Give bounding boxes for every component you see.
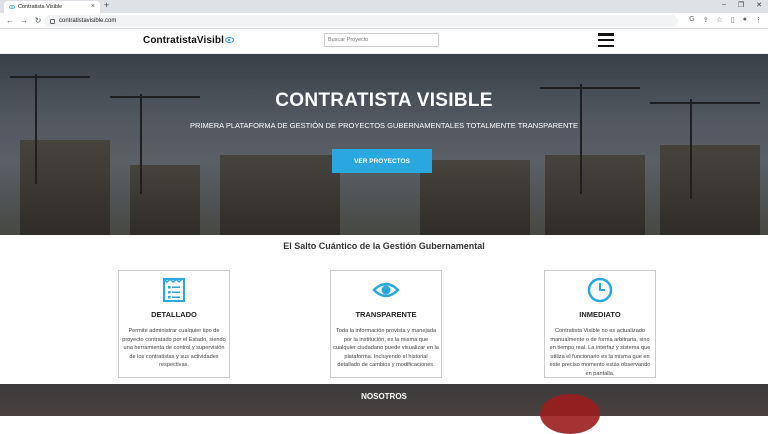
menu-kebab-icon[interactable]: ⋮ [755,16,762,24]
nosotros-section: NOSOTROS [0,384,768,434]
reload-icon[interactable]: ↻ [34,16,42,25]
forward-icon[interactable]: → [20,16,28,25]
profile-icon[interactable]: ● [743,16,747,24]
list-document-icon [163,277,185,302]
minimize-icon[interactable]: – [722,1,726,9]
feature-card-inmediato: INMEDIATO Contratista Visible no es actu… [544,270,656,378]
card-title: INMEDIATO [579,310,621,319]
feature-card-detallado: DETALLADO Permite administrar cualquier … [118,270,230,378]
new-tab-button[interactable]: + [104,0,109,10]
browser-tab[interactable]: Contratista Visible × [4,1,100,13]
search-input[interactable] [324,33,439,47]
share-icon[interactable]: ⇪ [703,16,709,24]
card-text: Toda la información provista y manejada … [333,328,439,368]
url-field[interactable]: contratistavisible.com [44,15,678,27]
maximize-icon[interactable]: ❐ [738,1,744,9]
feature-card-transparente: TRANSPARENTE Toda la información provist… [330,270,442,378]
eye-icon [372,282,400,298]
sidepanel-icon[interactable]: ▯ [731,16,735,24]
url-text: contratistavisible.com [59,18,117,24]
logo-eye-icon [224,37,234,44]
back-icon[interactable]: ← [6,16,14,25]
browser-tab-bar: Contratista Visible × + – ❐ ✕ [0,0,768,13]
address-bar: ← → ↻ contratistavisible.com G ⇪ ☆ ▯ ● ⋮ [0,13,768,29]
ver-proyectos-button[interactable]: VER PROYECTOS [332,149,432,173]
section-title: El Salto Cuántico de la Gestión Gubernam… [283,241,485,251]
google-icon[interactable]: G [689,16,694,24]
tab-title: Contratista Visible [18,4,63,10]
eye-favicon-icon [9,5,15,9]
card-title: TRANSPARENTE [355,310,417,319]
card-title: DETALLADO [151,310,197,319]
clock-icon [587,277,613,303]
site-logo[interactable]: ContratistaVisibl [143,35,234,46]
logo-text: ContratistaVisibl [143,35,224,46]
site-header: ContratistaVisibl [0,29,768,54]
window-close-icon[interactable]: ✕ [756,1,762,9]
bookmark-star-icon[interactable]: ☆ [717,16,723,24]
card-text: Permite administrar cualquier tipo de pr… [122,328,226,368]
card-text: Contratista Visible no es actualizado ma… [549,328,651,377]
tab-close-icon[interactable]: × [91,3,95,10]
hero-title: CONTRATISTA VISIBLE [275,90,493,111]
hero-banner: CONTRATISTA VISIBLE PRIMERA PLATAFORMA D… [0,54,768,235]
hero-overlay [0,54,768,235]
hamburger-menu-icon[interactable] [598,33,614,47]
hero-subtitle: PRIMERA PLATAFORMA DE GESTIÓN DE PROYECT… [190,121,578,130]
lock-icon [50,18,55,24]
nosotros-title: NOSOTROS [361,392,407,401]
